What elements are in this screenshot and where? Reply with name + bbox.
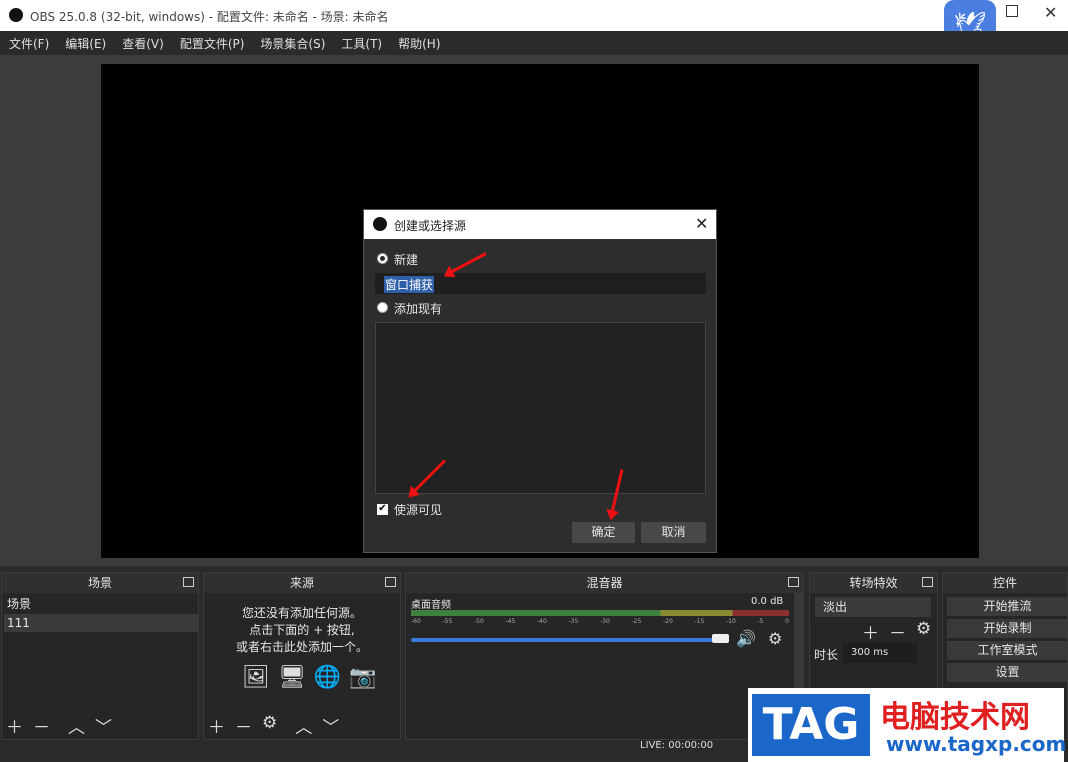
menu-view[interactable]: 查看(V) [122,35,164,52]
title-bar: OBS 25.0.8 (32-bit, windows) - 配置文件: 未命名… [0,0,1068,31]
dialog-title: 创建或选择源 [394,219,467,233]
volume-meter [411,610,789,616]
watermark-logo: TAG [752,694,870,756]
start-recording-button[interactable]: 开始录制 [947,619,1068,638]
globe-icon: 🌐 [313,665,342,690]
scenes-toolbar: ＋ － ︿ ﹀ [6,713,112,738]
maximize-button[interactable] [1006,5,1018,17]
scene-item[interactable]: 场景 [4,595,198,613]
meter-ticks: -60 -55 -50 -45 -40 -35 -30 -25 -20 -15 … [411,618,789,625]
obs-logo-icon [9,8,23,22]
transitions-dock-title: 转场特效 [810,573,937,593]
tick-label: -15 [694,618,705,625]
mixer-channel-name: 桌面音频 [411,600,451,611]
menu-file[interactable]: 文件(F) [9,35,49,52]
gear-icon[interactable]: ⚙ [916,619,931,644]
speaker-icon[interactable]: 🔊 [736,629,756,648]
volume-slider[interactable] [411,638,729,642]
close-button[interactable]: ✕ [1044,3,1057,22]
existing-sources-list[interactable] [375,322,706,494]
empty-line: 点击下面的 + 按钮, [249,623,355,637]
source-type-icons: 🖼 🖥 🌐 📷 [242,665,377,690]
tick-label: -50 [474,618,484,625]
sources-toolbar: ＋ － ⚙ ︿ ﹀ [208,713,339,738]
menu-edit[interactable]: 编辑(E) [65,35,106,52]
settings-button[interactable]: 设置 [947,663,1068,682]
tick-label: -55 [442,618,453,625]
sources-dock-title: 来源 [204,573,400,593]
monitor-icon: 🖥 [277,665,306,690]
empty-line: 您还没有添加任何源。 [241,606,362,620]
add-icon[interactable]: ＋ [862,619,879,644]
dialog-close-icon[interactable]: ✕ [695,214,708,233]
watermark-url: www.tagxp.com [886,732,1067,756]
image-icon: 🖼 [242,665,270,690]
undock-icon[interactable] [183,577,194,587]
menu-help[interactable]: 帮助(H) [398,35,440,52]
move-up-icon[interactable]: ︿ [295,713,312,738]
start-streaming-button[interactable]: 开始推流 [947,597,1068,616]
menu-bar: 文件(F) 编辑(E) 查看(V) 配置文件(P) 场景集合(S) 工具(T) … [0,31,1068,55]
tick-label: -25 [631,618,642,625]
add-icon[interactable]: ＋ [6,713,23,738]
sources-empty-message: 您还没有添加任何源。 点击下面的 + 按钮, 或者右击此处添加一个。 [204,605,400,656]
create-source-dialog: 创建或选择源 ✕ 新建 窗口捕获 添加现有 ✔ 使源可见 确定 取消 [363,209,717,553]
source-name-value[interactable]: 窗口捕获 [384,276,435,293]
mixer-db-value: 0.0 dB [751,596,784,607]
window-title: OBS 25.0.8 (32-bit, windows) - 配置文件: 未命名… [30,10,389,24]
add-icon[interactable]: ＋ [208,713,225,738]
radio-new[interactable] [377,253,388,264]
empty-line: 或者右击此处添加一个。 [235,640,368,654]
watermark: TAG 电脑技术网 www.tagxp.com [748,688,1067,762]
sources-dock: 来源 您还没有添加任何源。 点击下面的 + 按钮, 或者右击此处添加一个。 🖼 … [203,572,401,740]
tick-label: -30 [600,618,610,625]
duration-label: 时长 [814,648,839,662]
scenes-dock-title: 场景 [2,573,198,593]
tick-label: -40 [537,618,547,625]
obs-logo-icon [373,217,387,231]
tick-label: 0 [785,618,789,625]
menu-profile[interactable]: 配置文件(P) [180,35,245,52]
scene-item[interactable]: 111 [4,614,198,632]
live-status: LIVE: 00:00:00 [640,740,714,751]
ok-button[interactable]: 确定 [572,522,635,543]
remove-icon[interactable]: － [889,619,906,644]
undock-icon[interactable] [922,577,933,587]
menu-tools[interactable]: 工具(T) [341,35,382,52]
tick-label: -20 [663,618,673,625]
radio-existing[interactable] [377,302,388,313]
volume-slider-handle[interactable] [712,634,729,643]
scenes-dock: 场景 场景 111 ＋ － ︿ ﹀ [1,572,199,740]
undock-icon[interactable] [788,577,799,587]
transitions-toolbar: ＋ － ⚙ [862,619,931,644]
dialog-title-bar: 创建或选择源 ✕ [364,210,716,239]
move-up-icon[interactable]: ︿ [68,713,85,738]
controls-dock-title: 控件 [943,573,1067,593]
menu-scene-collection[interactable]: 场景集合(S) [260,35,325,52]
watermark-site-name: 电脑技术网 [880,700,1030,735]
transition-select[interactable]: 淡出 [815,597,931,617]
tick-label: -35 [568,618,579,625]
visible-checkbox-label: 使源可见 [394,503,443,517]
camera-icon: 📷 [349,665,377,690]
move-down-icon[interactable]: ﹀ [95,713,112,738]
radio-existing-label: 添加现有 [394,302,443,316]
visible-checkbox[interactable]: ✔ [377,504,388,515]
mixer-dock: 混音器 桌面音频 0.0 dB -60 -55 -50 -45 -40 -35 … [405,572,804,740]
undock-icon[interactable] [385,577,396,587]
studio-mode-button[interactable]: 工作室模式 [947,641,1068,660]
tick-label: -45 [505,618,516,625]
remove-icon[interactable]: － [235,713,252,738]
gear-icon[interactable]: ⚙ [768,629,782,648]
tick-label: -5 [757,618,764,625]
cancel-button[interactable]: 取消 [641,522,706,543]
radio-new-label: 新建 [394,253,419,267]
gear-icon[interactable]: ⚙ [262,713,277,738]
tick-label: -10 [726,618,736,625]
tick-label: -60 [411,618,421,625]
mixer-dock-title: 混音器 [406,573,803,593]
remove-icon[interactable]: － [33,713,50,738]
duration-input[interactable]: 300 ms [843,643,917,663]
move-down-icon[interactable]: ﹀ [322,713,339,738]
